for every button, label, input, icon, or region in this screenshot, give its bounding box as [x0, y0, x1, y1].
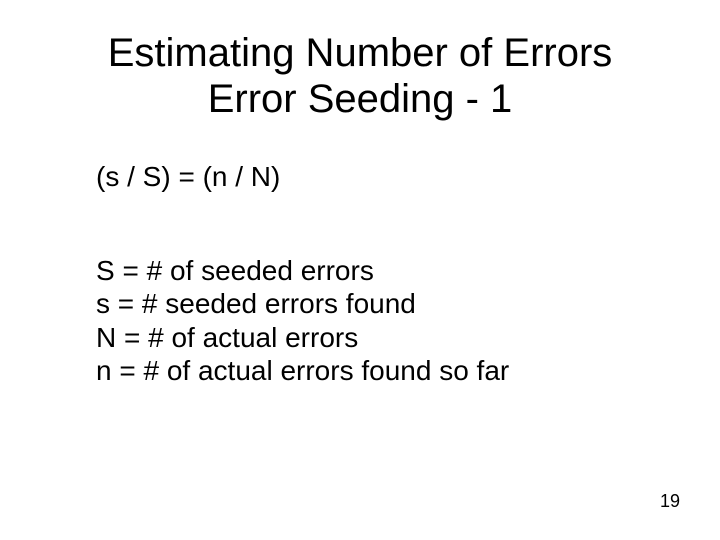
definition-S: S = # of seeded errors — [96, 254, 636, 288]
equation: (s / S) = (n / N) — [96, 160, 636, 194]
title-line-2: Error Seeding - 1 — [0, 76, 720, 122]
slide-title: Estimating Number of Errors Error Seedin… — [0, 30, 720, 122]
slide-body: (s / S) = (n / N) S = # of seeded errors… — [96, 160, 636, 388]
page-number: 19 — [660, 491, 680, 512]
definition-s: s = # seeded errors found — [96, 287, 636, 321]
definition-n: n = # of actual errors found so far — [96, 354, 636, 388]
definitions: S = # of seeded errors s = # seeded erro… — [96, 254, 636, 388]
title-line-1: Estimating Number of Errors — [0, 30, 720, 76]
definition-N: N = # of actual errors — [96, 321, 636, 355]
slide: Estimating Number of Errors Error Seedin… — [0, 0, 720, 540]
